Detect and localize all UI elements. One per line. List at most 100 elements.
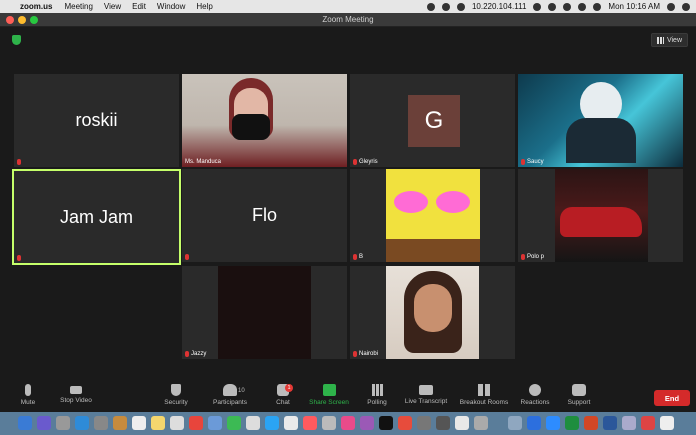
wifi-icon[interactable] [563,2,572,11]
participant-label: Nairobi [353,351,378,357]
meeting-toolbar: Mute Stop Video Security Participants 10… [0,382,696,412]
participant-image [436,191,470,213]
participant-video [218,266,311,359]
participant-avatar: G [408,95,460,147]
menu-help[interactable]: Help [196,2,212,11]
status-icon[interactable] [441,2,450,11]
excel-icon[interactable] [565,416,579,430]
ip-address[interactable]: 10.220.104.111 [472,2,526,11]
word-icon[interactable] [603,416,617,430]
finder-icon[interactable] [18,416,32,430]
music-icon[interactable] [341,416,355,430]
pages-icon[interactable] [284,416,298,430]
participant-tile[interactable]: Ms. Manduca [182,74,347,167]
clock-icon[interactable] [533,2,542,11]
launchpad-icon[interactable] [56,416,70,430]
photos-icon[interactable] [208,416,222,430]
encryption-shield-icon[interactable] [12,35,21,45]
generic-app-icon[interactable] [508,416,522,430]
generic-app-icon[interactable] [474,416,488,430]
chrome-icon[interactable] [189,416,203,430]
status-icon[interactable] [456,2,465,11]
end-meeting-button[interactable]: End [654,390,690,406]
mute-label: Mute [20,399,36,406]
safari-icon[interactable] [75,416,89,430]
generic-app-icon[interactable] [398,416,412,430]
notes-icon[interactable] [113,416,127,430]
grid-icon [656,36,664,44]
menu-meeting[interactable]: Meeting [64,2,92,11]
live-transcript-button[interactable]: Live Transcript [402,384,450,405]
participant-name: Polo p [527,254,545,260]
mute-button[interactable]: Mute [16,384,40,406]
participant-name: Ms. Manduca [185,159,222,165]
participant-name: Gleyris [359,159,378,165]
polling-chart-icon [371,384,383,396]
participant-image [560,207,642,237]
menu-edit[interactable]: Edit [132,2,146,11]
apple-tv-icon[interactable] [379,416,393,430]
participant-tile[interactable]: roskii [14,74,179,167]
video-camera-icon [70,386,82,394]
word-icon[interactable] [527,416,541,430]
muted-mic-icon [185,254,189,260]
participant-tile[interactable]: Flo [182,169,347,262]
volume-icon[interactable] [578,2,587,11]
trash-icon[interactable] [660,416,674,430]
menu-window[interactable]: Window [157,2,185,11]
menu-view[interactable]: View [104,2,121,11]
mail-icon[interactable] [94,416,108,430]
help-icon[interactable] [622,416,636,430]
participant-tile[interactable]: Polo p [518,169,683,262]
files-icon[interactable] [246,416,260,430]
view-button[interactable]: View [650,33,688,47]
generic-app-icon[interactable] [322,416,336,430]
polling-button[interactable]: Polling [366,384,388,406]
battery-icon[interactable] [593,2,602,11]
zoom-icon[interactable] [546,416,560,430]
participant-tile[interactable]: Saucy [518,74,683,167]
reactions-button[interactable]: Reactions [518,384,552,406]
participant-big-name: Jam Jam [59,207,133,227]
participant-video [414,284,452,332]
status-icon[interactable] [426,2,435,11]
control-center-icon[interactable] [682,2,690,11]
participant-label: Ms. Manduca [185,159,221,165]
support-button[interactable]: Support [564,384,594,406]
participant-label: Saucy [521,159,544,165]
news-icon[interactable] [303,416,317,430]
macos-menubar: zoom.us Meeting View Edit Window Help 10… [0,0,696,13]
numbers-icon[interactable] [265,416,279,430]
live-transcript-label: Live Transcript [404,398,448,405]
meeting-view: View roskii Ms. Manduca G Gleyris Saucy … [0,27,696,382]
closed-caption-icon [419,385,433,395]
generic-app-icon[interactable] [417,416,431,430]
siri-icon[interactable] [37,416,51,430]
reminders-icon[interactable] [170,416,184,430]
window-titlebar: Zoom Meeting [0,13,696,27]
participant-tile[interactable]: Nairobi [350,266,515,359]
messages-icon[interactable] [227,416,241,430]
calendar-icon[interactable] [132,416,146,430]
menu-app-name[interactable]: zoom.us [20,2,52,11]
search-icon[interactable] [667,2,675,11]
podcasts-icon[interactable] [360,416,374,430]
generic-app-icon[interactable] [436,416,450,430]
powerpoint-icon[interactable] [584,416,598,430]
generic-app-icon[interactable] [455,416,469,430]
bluetooth-icon[interactable] [548,2,557,11]
stop-video-button[interactable]: Stop Video [56,384,96,404]
participant-tile[interactable]: G Gleyris [350,74,515,167]
help-icon[interactable] [641,416,655,430]
participant-tile[interactable]: B [350,169,515,262]
view-button-label: View [666,36,682,44]
participant-tile[interactable]: Jazzy [182,266,347,359]
breakout-rooms-button[interactable]: Breakout Rooms [458,384,510,406]
security-button[interactable]: Security [160,384,192,406]
chat-button[interactable]: Chat 1 [272,384,294,406]
share-screen-button[interactable]: Share Screen [306,384,352,406]
participants-button[interactable]: Participants 10 [208,384,252,406]
stickies-icon[interactable] [151,416,165,430]
participant-tile-active-speaker[interactable]: Jam Jam [12,169,181,265]
menubar-clock[interactable]: Mon 10:16 AM [608,2,660,11]
